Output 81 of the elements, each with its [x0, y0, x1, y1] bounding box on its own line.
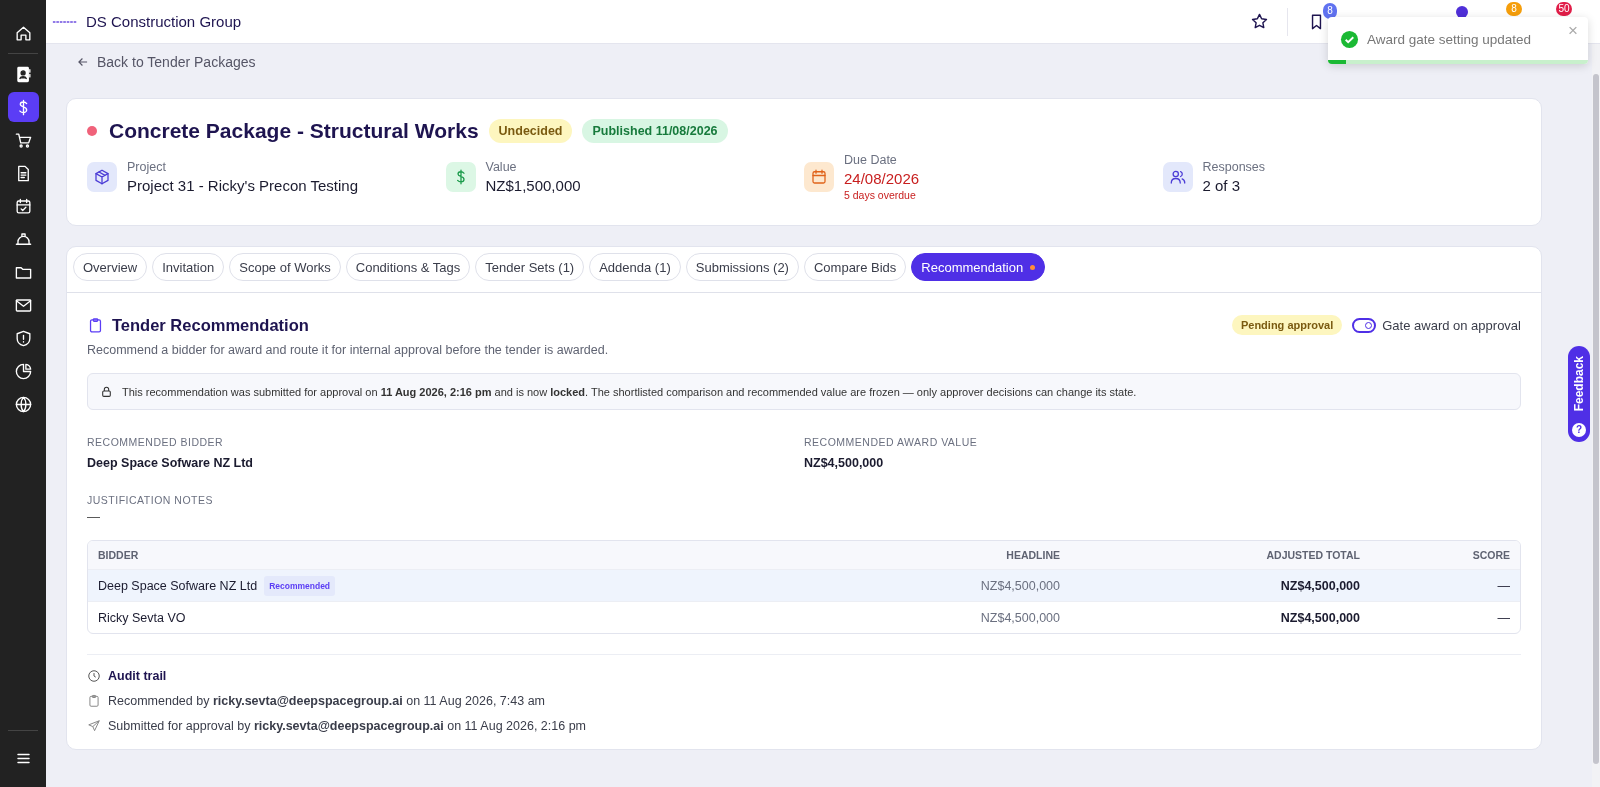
count-badge: 8 [1323, 3, 1337, 19]
calendar-check-icon [13, 196, 33, 216]
notice-text: This recommendation was submitted for approval on 11 Aug 2026, 2:16 pm and is now locked. The shortlisted comparison and recommended value are frozen — only approver decisions can change its state. [122, 385, 1137, 398]
table-cell-text: — [1496, 610, 1510, 625]
field-label: RECOMMENDED AWARD VALUE [804, 436, 979, 448]
table-cell: Deep Space Sofware NZ Ltd [98, 578, 258, 593]
table-cell-text: NZ$4,500,000 [979, 578, 1060, 593]
clipboard-icon [87, 694, 101, 708]
stat-label: Value [485, 160, 518, 174]
people-icon [1162, 162, 1193, 192]
pie-chart-icon [13, 361, 33, 381]
stat-label: Project [127, 160, 167, 174]
count-badge: 8 [1506, 2, 1522, 16]
audit-entry: Submitted for approval by ricky.sevta@deepspacegroup.ai on 11 Aug 2026, 2:16 pm [108, 719, 586, 733]
tab[interactable]: Addenda (1) [589, 253, 681, 281]
status-badge: Pending approval [1231, 315, 1343, 335]
status-badge: Published 11/08/2026 [582, 119, 728, 143]
avatar-badge [1456, 6, 1468, 18]
tab[interactable]: Recommendation [911, 253, 1046, 281]
tab[interactable]: Compare Bids [803, 253, 907, 281]
stat-value: NZ$1,500,000 [485, 177, 581, 194]
column-header: BIDDER [98, 549, 140, 561]
tab[interactable]: Invitation [152, 253, 225, 281]
status-badge: Undecided [488, 119, 573, 143]
audit-entry: Recommended by ricky.sevta@deepspacegroup.ai on 11 Aug 2026, 7:43 am [108, 694, 545, 708]
table-cell: Ricky Sevta VO [98, 610, 186, 625]
field-label: RECOMMENDED BIDDER [87, 436, 225, 448]
lock-icon [100, 385, 113, 398]
toast-message: Award gate setting updated [1367, 32, 1533, 47]
table-row[interactable]: Deep Space Sofware NZ Ltd Recommended NZ$4,500,000 NZ$4,500,000 — [88, 569, 1520, 601]
calendar-icon [804, 162, 834, 192]
table-cell-text: — [1496, 578, 1510, 593]
table-row[interactable]: Ricky Sevta VO NZ$4,500,000 NZ$4,500,000 — [88, 601, 1520, 633]
home-icon [13, 23, 33, 43]
package-title: Concrete Package - Structural Works [109, 119, 479, 143]
field-label: JUSTIFICATION NOTES [87, 494, 214, 506]
tab[interactable]: Overview [73, 253, 148, 281]
section-title: Tender Recommendation [112, 315, 309, 335]
section-description: Recommend a bidder for award and route it for internal approval before the tender is awarded. [87, 343, 610, 357]
stat-value: 2 of 3 [1202, 177, 1242, 194]
field-value: Deep Space Sofware NZ Ltd [87, 456, 254, 470]
status-dot [87, 126, 97, 136]
stat-value: 24/08/2026 [844, 170, 920, 187]
table-cell-text: NZ$4,500,000 [1279, 578, 1360, 593]
tab[interactable]: Scope of Works [229, 253, 341, 281]
tab[interactable]: Tender Sets (1) [475, 253, 585, 281]
check-circle-icon [1340, 30, 1359, 49]
box-icon [87, 162, 117, 192]
arrow-left-icon [76, 55, 90, 69]
dollar-icon [445, 162, 476, 192]
audit-title: Audit trail [108, 669, 167, 683]
stat-value: Project 31 - Ricky's Precon Testing [127, 177, 358, 194]
field-value: — [87, 509, 101, 524]
clock-icon [87, 669, 101, 683]
logo-icon [52, 18, 78, 25]
scrollbar[interactable] [1592, 44, 1600, 787]
tab[interactable]: Conditions & Tags [345, 253, 471, 281]
field-value: NZ$4,500,000 [804, 456, 885, 470]
toggle-label: Gate award on approval [1382, 317, 1521, 333]
stat-label: Responses [1202, 160, 1266, 174]
column-header: SCORE [1471, 549, 1510, 561]
stat-label: Due Date [844, 153, 898, 167]
send-icon [87, 719, 101, 733]
help-icon: ? [1572, 423, 1586, 437]
back-link[interactable]: Back to Tender Packages [76, 48, 1542, 76]
recommended-badge: Recommended [264, 575, 336, 596]
cart-icon [13, 130, 33, 150]
column-header: ADJUSTED TOTAL [1265, 549, 1360, 561]
column-header: HEADLINE [1005, 549, 1060, 561]
count-badge: 50 [1556, 2, 1572, 16]
company-name: DS Construction Group [86, 13, 242, 30]
table-cell-text: NZ$4,500,000 [1279, 610, 1360, 625]
shield-icon [13, 328, 33, 348]
overdue-note: 5 days overdue [844, 189, 917, 201]
tab[interactable]: Submissions (2) [685, 253, 799, 281]
clipboard-icon [87, 316, 104, 334]
toggle-switch[interactable] [1352, 317, 1377, 333]
nav-item[interactable] [7, 92, 39, 122]
table-cell-text: NZ$4,500,000 [979, 610, 1060, 625]
globe-icon [13, 394, 33, 414]
feedback-button[interactable]: Feedback ? [1568, 346, 1590, 442]
